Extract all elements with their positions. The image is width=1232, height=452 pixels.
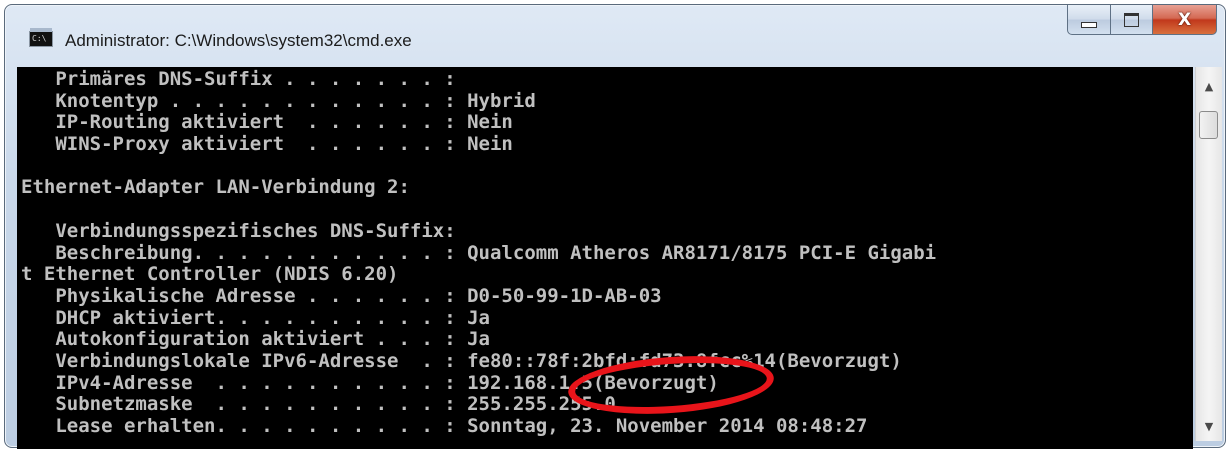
window-title: Administrator: C:\Windows\system32\cmd.e…: [65, 31, 412, 50]
scroll-up-arrow-icon[interactable]: ▲: [1196, 73, 1222, 99]
maximize-icon: [1124, 12, 1139, 27]
scroll-down-arrow-icon[interactable]: ▼: [1196, 413, 1222, 439]
console-line: Ethernet-Adapter LAN-Verbindung 2:: [21, 176, 410, 199]
cmd-window: C:\ Administrator: C:\Windows\system32\c…: [4, 4, 1226, 449]
console-line: Physikalische Adresse . . . . . . : D0-5…: [21, 284, 662, 307]
console-line: DHCP aktiviert. . . . . . . . . . : Ja: [21, 306, 490, 329]
caption-buttons: X: [1067, 5, 1217, 37]
console-line: WINS-Proxy aktiviert . . . . . . : Nein: [21, 133, 513, 156]
minimize-icon: [1081, 21, 1097, 28]
console-line: Subnetzmaske . . . . . . . . . . : 255.2…: [21, 393, 616, 416]
close-icon: X: [1177, 9, 1192, 30]
console-output[interactable]: Primäres DNS-Suffix . . . . . . . : Knot…: [17, 67, 1193, 449]
title-bar[interactable]: C:\ Administrator: C:\Windows\system32\c…: [5, 5, 1225, 57]
console-line: IPv4-Adresse . . . . . . . . . . : 192.1…: [21, 371, 719, 394]
close-button[interactable]: X: [1153, 5, 1217, 35]
console-line: Primäres DNS-Suffix . . . . . . . :: [21, 68, 456, 90]
console-line: Verbindungslokale IPv6-Adresse . : fe80:…: [21, 349, 902, 372]
console-line: Knotentyp . . . . . . . . . . . . : Hybr…: [21, 89, 536, 112]
cmd-console-icon[interactable]: C:\: [29, 28, 53, 47]
console-line: Lease erhalten. . . . . . . . . . : Sonn…: [21, 415, 868, 437]
minimize-button[interactable]: [1067, 5, 1111, 35]
scroll-thumb[interactable]: [1199, 111, 1218, 139]
maximize-button[interactable]: [1111, 5, 1153, 35]
console-line: t Ethernet Controller (NDIS 6.20): [21, 263, 399, 286]
console-line: Autokonfiguration aktiviert . . . : Ja: [21, 328, 490, 351]
console-text: Primäres DNS-Suffix . . . . . . . : Knot…: [21, 68, 937, 438]
console-line: Verbindungsspezifisches DNS-Suffix:: [21, 219, 456, 242]
vertical-scrollbar[interactable]: ▲ ▼: [1195, 67, 1222, 441]
console-line: Beschreibung. . . . . . . . . . . : Qual…: [21, 241, 937, 264]
console-line: IP-Routing aktiviert . . . . . . : Nein: [21, 111, 513, 134]
